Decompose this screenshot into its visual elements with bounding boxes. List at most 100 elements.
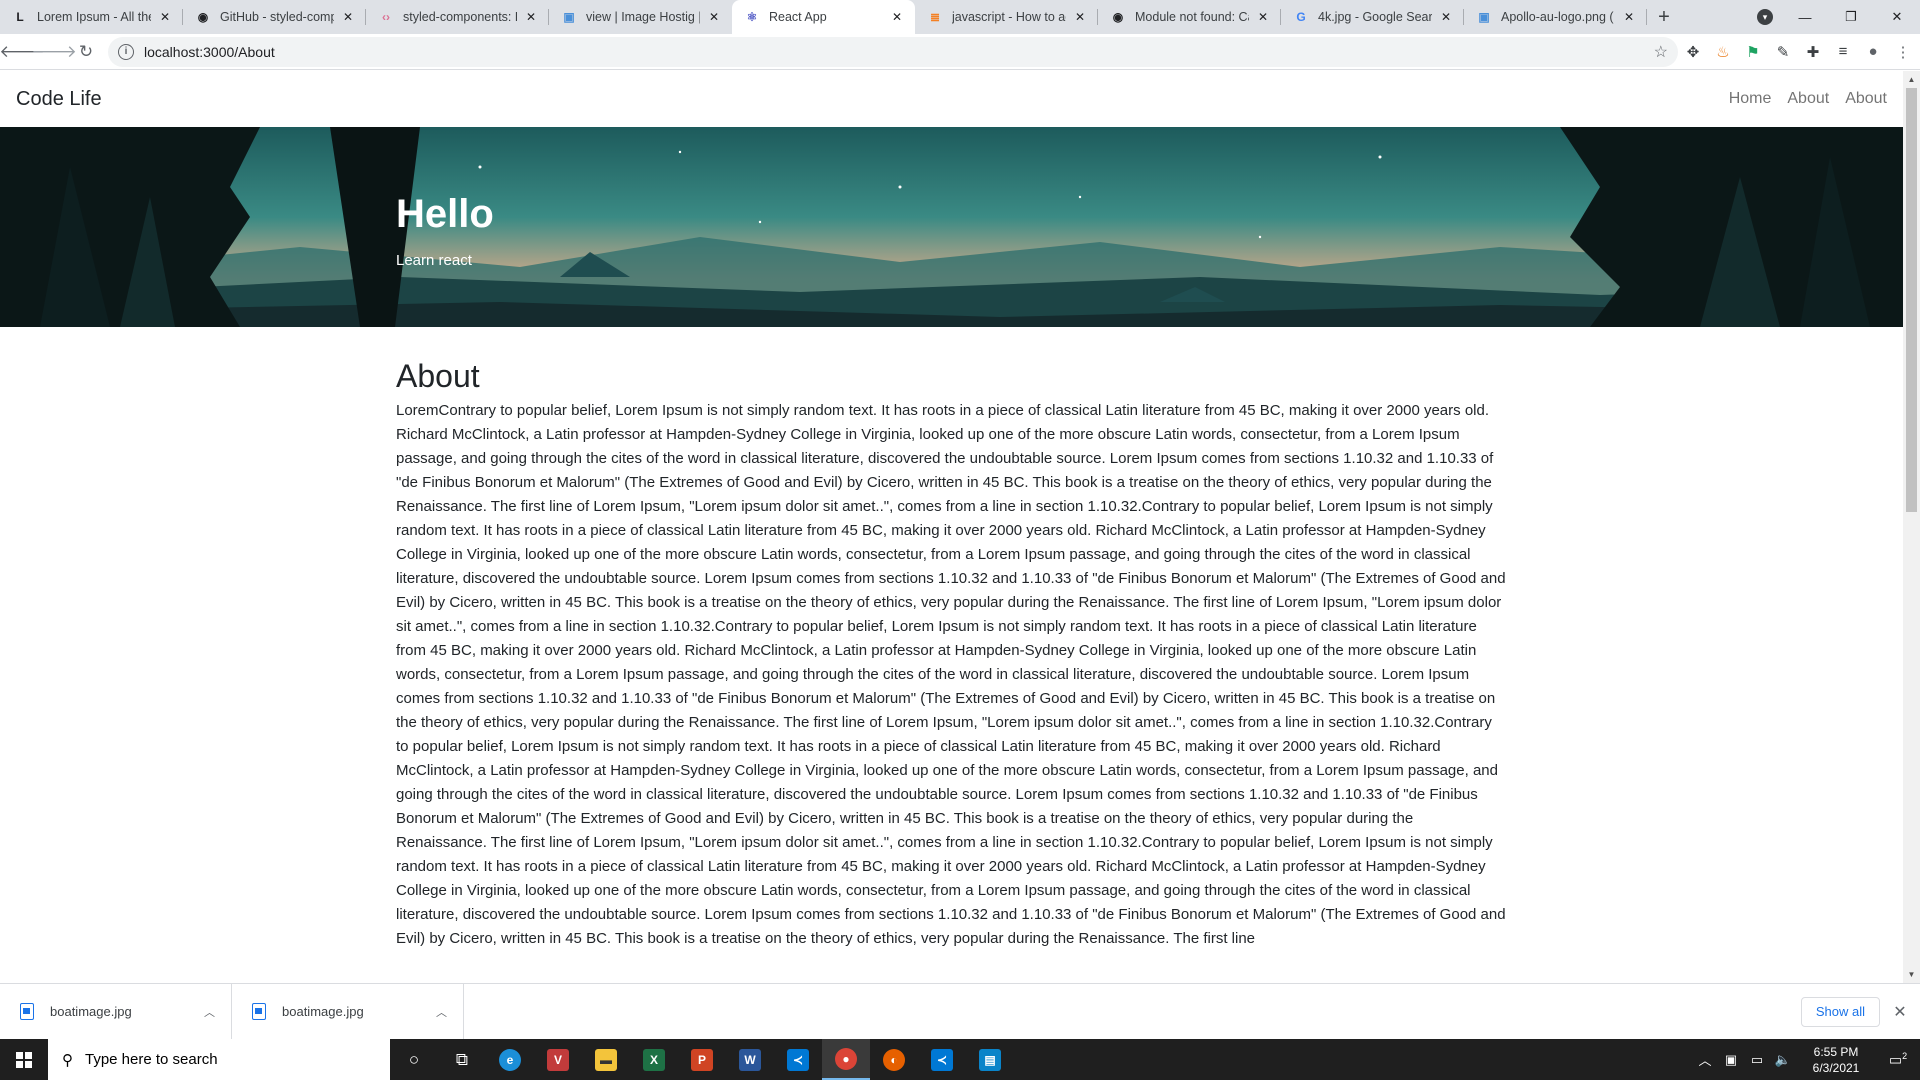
- page-scrollbar[interactable]: ▲ ▼: [1903, 71, 1920, 983]
- close-window-button[interactable]: ✕: [1874, 0, 1920, 34]
- browser-tab[interactable]: ◉ GitHub - styled-comp ✕: [183, 0, 366, 34]
- tab-title: React App: [769, 10, 827, 24]
- tab-favicon-icon: ◉: [197, 10, 209, 24]
- profile-avatar-icon[interactable]: ●: [1858, 37, 1888, 67]
- nav-link-about-2[interactable]: About: [1845, 90, 1887, 108]
- taskbar-clock[interactable]: 6:55 PM 6/3/2021: [1796, 1044, 1876, 1076]
- puzzle-extensions-icon[interactable]: ✚: [1798, 37, 1828, 67]
- bookmark-star-icon[interactable]: ☆: [1654, 42, 1668, 62]
- tab-title: javascript - How to ad: [952, 10, 1066, 24]
- reload-button[interactable]: ↻: [70, 36, 102, 68]
- taskbar-search-box[interactable]: ⚲ Type here to search: [48, 1039, 390, 1080]
- download-item[interactable]: boatimage.jpg ︿: [0, 983, 232, 1040]
- close-tab-icon[interactable]: ✕: [1072, 9, 1088, 25]
- extension-icon[interactable]: ✥: [1678, 37, 1708, 67]
- browser-tab[interactable]: ◉ Module not found: Ca ✕: [1098, 0, 1281, 34]
- download-filename: boatimage.jpg: [50, 1004, 132, 1019]
- restore-button[interactable]: ❐: [1828, 0, 1874, 34]
- minimize-button[interactable]: —: [1782, 0, 1828, 34]
- tab-title: view | Image Hostig |: [586, 10, 700, 24]
- browser-tab-strip: L Lorem Ipsum - All the ✕ ◉ GitHub - styled-…: [0, 0, 1920, 34]
- close-tab-icon[interactable]: ✕: [1255, 9, 1271, 25]
- edge-browser-icon[interactable]: e: [486, 1039, 534, 1080]
- powerpoint-icon[interactable]: P: [678, 1039, 726, 1080]
- chevron-down-icon: ▾: [1757, 9, 1773, 25]
- network-icon[interactable]: ▭: [1744, 1052, 1770, 1068]
- tab-favicon-icon: ▣: [563, 10, 575, 24]
- notification-center-icon[interactable]: ▭2: [1876, 1051, 1920, 1069]
- feather-extension-icon[interactable]: ⚑: [1738, 37, 1768, 67]
- hero-background-illustration: [0, 127, 1903, 327]
- address-bar[interactable]: i localhost:3000/About ☆: [108, 36, 1678, 67]
- new-tab-button[interactable]: +: [1647, 0, 1681, 34]
- site-info-icon[interactable]: i: [118, 43, 134, 60]
- volume-icon[interactable]: 🔈: [1770, 1052, 1796, 1068]
- close-tab-icon[interactable]: ✕: [1438, 9, 1454, 25]
- browser-tab[interactable]: L Lorem Ipsum - All the ✕: [0, 0, 183, 34]
- close-tab-icon[interactable]: ✕: [889, 9, 905, 25]
- close-tab-icon[interactable]: ✕: [340, 9, 356, 25]
- task-view-icon[interactable]: ⧉: [438, 1039, 486, 1080]
- chrome-icon[interactable]: ●: [822, 1039, 870, 1080]
- forward-button[interactable]: 🡒: [31, 36, 77, 68]
- nav-link-about[interactable]: About: [1787, 90, 1829, 108]
- browser-tab[interactable]: G 4k.jpg - Google Searc ✕: [1281, 0, 1464, 34]
- menu-kebab-icon[interactable]: ⋮: [1888, 37, 1918, 67]
- chevron-up-icon[interactable]: ︿: [436, 1004, 447, 1020]
- image-file-icon: [20, 1003, 34, 1020]
- browser-tab[interactable]: ▣ view | Image Hostig | ✕: [549, 0, 732, 34]
- cortana-icon[interactable]: ○: [390, 1039, 438, 1080]
- excel-icon[interactable]: X: [630, 1039, 678, 1080]
- clock-time: 6:55 PM: [1813, 1044, 1859, 1059]
- file-explorer-icon[interactable]: ▬: [582, 1039, 630, 1080]
- fire-extension-icon[interactable]: ♨: [1708, 37, 1738, 67]
- main-content: About LoremContrary to popular belief, L…: [396, 357, 1508, 951]
- nav-link-home[interactable]: Home: [1729, 90, 1772, 108]
- navbar-brand[interactable]: Code Life: [16, 88, 102, 111]
- scroll-down-arrow-icon[interactable]: ▼: [1903, 966, 1920, 983]
- close-download-bar-icon[interactable]: ✕: [1880, 1002, 1920, 1022]
- download-bar: boatimage.jpg ︿ boatimage.jpg ︿ Show all…: [0, 983, 1920, 1040]
- close-tab-icon[interactable]: ✕: [1621, 9, 1637, 25]
- close-tab-icon[interactable]: ✕: [157, 9, 173, 25]
- tab-list: L Lorem Ipsum - All the ✕ ◉ GitHub - styled-…: [0, 0, 1647, 34]
- close-tab-icon[interactable]: ✕: [523, 9, 539, 25]
- start-button[interactable]: [0, 1039, 48, 1080]
- nav-links: Home About About: [1729, 90, 1887, 108]
- tab-favicon-icon: ◉: [1112, 10, 1124, 24]
- show-all-downloads-button[interactable]: Show all: [1800, 996, 1880, 1027]
- clock-date: 6/3/2021: [1812, 1060, 1860, 1075]
- browser-tab[interactable]: ≣ javascript - How to ad ✕: [915, 0, 1098, 34]
- tab-favicon-icon: ‹›: [382, 10, 390, 24]
- scrollbar-thumb[interactable]: [1906, 88, 1917, 512]
- tab-favicon-icon: ▣: [1478, 10, 1490, 24]
- browser-tab[interactable]: ⚛ React App ✕: [732, 0, 915, 34]
- eyedropper-extension-icon[interactable]: ✎: [1768, 37, 1798, 67]
- download-item[interactable]: boatimage.jpg ︿: [232, 983, 464, 1040]
- taskbar-search-placeholder: Type here to search: [85, 1051, 218, 1068]
- vscode-icon[interactable]: ≺: [774, 1039, 822, 1080]
- show-hidden-icons-chevron-icon[interactable]: ︿: [1692, 1050, 1718, 1069]
- close-tab-icon[interactable]: ✕: [706, 9, 722, 25]
- tab-title: Module not found: Ca: [1135, 10, 1249, 24]
- device-icon[interactable]: ▣: [1718, 1052, 1744, 1068]
- feedback-app-icon[interactable]: ▤: [966, 1039, 1014, 1080]
- page-viewport: Code Life Home About About Hello Learn r…: [0, 71, 1920, 983]
- scroll-up-arrow-icon[interactable]: ▲: [1903, 71, 1920, 88]
- tab-favicon-icon: ⚛: [746, 10, 758, 24]
- tab-search-button[interactable]: ▾: [1748, 0, 1782, 34]
- visual-studio-app-icon[interactable]: V: [534, 1039, 582, 1080]
- browser-tab[interactable]: ‹› styled-components: B ✕: [366, 0, 549, 34]
- notification-count: 2: [1902, 1050, 1908, 1061]
- tab-title: 4k.jpg - Google Searc: [1318, 10, 1432, 24]
- tab-favicon-icon: ≣: [929, 10, 941, 24]
- url-text[interactable]: localhost:3000/About: [144, 44, 1654, 60]
- navbar: Code Life Home About About: [0, 71, 1903, 127]
- chevron-up-icon[interactable]: ︿: [204, 1004, 215, 1020]
- word-icon[interactable]: W: [726, 1039, 774, 1080]
- search-icon: ⚲: [62, 1051, 73, 1069]
- browser-tab[interactable]: ▣ Apollo-au-logo.png (✕: [1464, 0, 1647, 34]
- vscode-icon-2[interactable]: ≺: [918, 1039, 966, 1080]
- reading-list-icon[interactable]: ≡: [1828, 37, 1858, 67]
- firefox-icon[interactable]: ◐: [870, 1039, 918, 1080]
